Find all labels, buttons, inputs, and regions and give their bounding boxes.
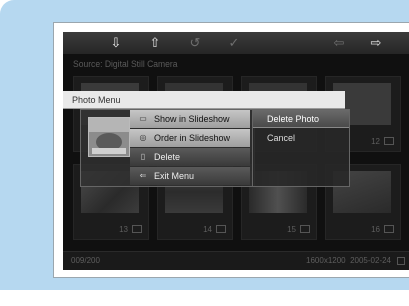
rotate-icon[interactable]: ↺ — [187, 34, 203, 52]
menu-item-order-in-slideshow[interactable]: ◎ Order in Slideshow — [130, 129, 250, 147]
menu-item-exit-menu[interactable]: ⇐ Exit Menu — [130, 167, 250, 185]
frame-icon — [300, 225, 310, 233]
frame-icon — [384, 137, 394, 145]
source-label: Source: Digital Still Camera — [73, 59, 178, 69]
menu-item-delete[interactable]: ▯ Delete — [130, 148, 250, 166]
thumbnail-number: 15 — [287, 225, 296, 234]
menu-item-show-in-slideshow[interactable]: ▭ Show in Slideshow — [130, 110, 250, 128]
photo-menu-title: Photo Menu — [63, 91, 345, 109]
submenu-item-cancel[interactable]: Cancel — [253, 129, 349, 147]
photo-info: 1600x1200 2005-02-24 — [306, 256, 391, 265]
frame-icon — [132, 225, 142, 233]
right-arrow-icon[interactable]: ⇨ — [368, 34, 384, 52]
submenu-item-delete-photo[interactable]: Delete Photo — [253, 110, 349, 128]
photo-position: 009/200 — [71, 256, 100, 265]
selected-photo-preview — [88, 117, 130, 157]
slideshow-icon: ▭ — [139, 114, 147, 123]
thumbnail-number: 16 — [371, 225, 380, 234]
check-icon[interactable]: ✓ — [226, 34, 242, 52]
photo-preview-image — [89, 118, 129, 156]
frame-icon — [216, 225, 226, 233]
left-arrow-icon[interactable]: ⇦ — [331, 34, 347, 52]
exit-icon: ⇐ — [139, 171, 147, 180]
photo-date: 2005-02-24 — [350, 256, 391, 265]
toolbar: ⇩ ⇧ ↺ ✓ ⇦ ⇨ — [63, 32, 409, 54]
thumbnail-number: 12 — [371, 137, 380, 146]
down-arrow-icon[interactable]: ⇩ — [108, 34, 124, 52]
photo-resolution: 1600x1200 — [306, 256, 346, 265]
up-arrow-icon[interactable]: ⇧ — [147, 34, 163, 52]
thumbnail-number: 13 — [119, 225, 128, 234]
thumbnail-number: 14 — [203, 225, 212, 234]
order-icon: ◎ — [139, 133, 147, 142]
frame-icon — [384, 225, 394, 233]
frame-icon — [397, 257, 405, 265]
trash-icon: ▯ — [140, 152, 146, 161]
status-bar: 009/200 1600x1200 2005-02-24 — [63, 251, 409, 270]
